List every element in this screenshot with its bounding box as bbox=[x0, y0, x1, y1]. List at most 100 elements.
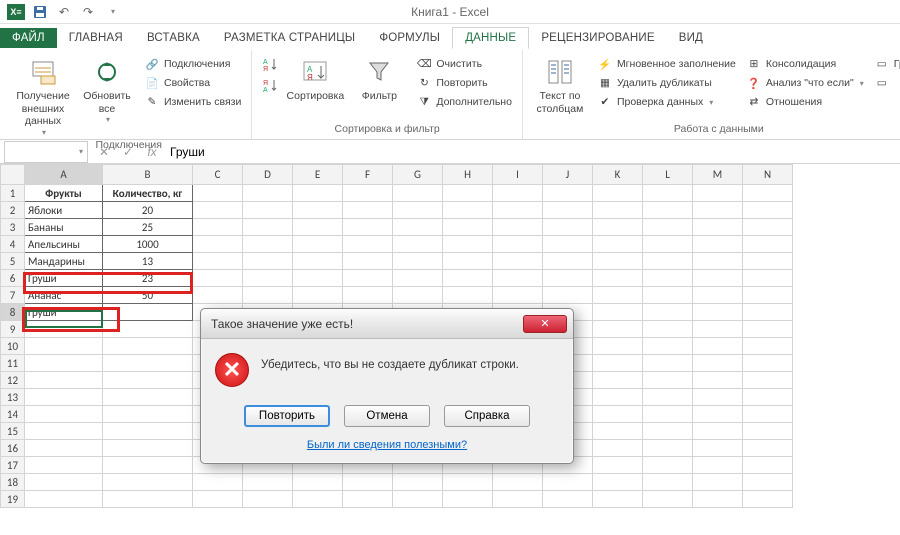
cell[interactable] bbox=[643, 389, 693, 406]
cell[interactable] bbox=[643, 185, 693, 202]
cell[interactable] bbox=[693, 355, 743, 372]
fx-icon[interactable]: fx bbox=[140, 145, 164, 159]
cell[interactable] bbox=[243, 185, 293, 202]
connections-button[interactable]: 🔗Подключения bbox=[142, 55, 243, 73]
cell[interactable] bbox=[643, 338, 693, 355]
cell[interactable] bbox=[693, 457, 743, 474]
cell[interactable] bbox=[343, 474, 393, 491]
cell[interactable] bbox=[443, 236, 493, 253]
cell[interactable] bbox=[103, 440, 193, 457]
cell[interactable] bbox=[293, 236, 343, 253]
row-header[interactable]: 7 bbox=[1, 287, 25, 304]
cell[interactable] bbox=[693, 304, 743, 321]
cell[interactable] bbox=[443, 491, 493, 508]
cell[interactable] bbox=[693, 219, 743, 236]
cell[interactable] bbox=[25, 372, 103, 389]
cell[interactable] bbox=[743, 321, 793, 338]
cell[interactable] bbox=[25, 474, 103, 491]
col-header[interactable]: C bbox=[193, 165, 243, 185]
data-validation-button[interactable]: ✔Проверка данных bbox=[595, 93, 738, 111]
cell[interactable] bbox=[593, 406, 643, 423]
cell[interactable] bbox=[693, 287, 743, 304]
cell[interactable] bbox=[443, 219, 493, 236]
tab-file[interactable]: ФАЙЛ bbox=[0, 28, 57, 48]
col-header[interactable]: N bbox=[743, 165, 793, 185]
row-header[interactable]: 12 bbox=[1, 372, 25, 389]
cell[interactable] bbox=[103, 304, 193, 321]
cell[interactable] bbox=[693, 440, 743, 457]
redo-icon[interactable]: ↷ bbox=[77, 1, 99, 23]
row-header[interactable]: 3 bbox=[1, 219, 25, 236]
cell[interactable]: Яблоки bbox=[25, 202, 103, 219]
cell[interactable] bbox=[343, 287, 393, 304]
cell[interactable] bbox=[393, 270, 443, 287]
cell[interactable] bbox=[493, 270, 543, 287]
cell[interactable] bbox=[593, 270, 643, 287]
cell[interactable] bbox=[393, 287, 443, 304]
row-header[interactable]: 10 bbox=[1, 338, 25, 355]
cell[interactable] bbox=[243, 236, 293, 253]
cell[interactable] bbox=[103, 355, 193, 372]
cell[interactable] bbox=[193, 253, 243, 270]
cell[interactable] bbox=[343, 185, 393, 202]
col-header[interactable]: B bbox=[103, 165, 193, 185]
cell[interactable] bbox=[693, 389, 743, 406]
cell[interactable] bbox=[693, 338, 743, 355]
cell[interactable] bbox=[193, 236, 243, 253]
cell[interactable] bbox=[743, 338, 793, 355]
cell[interactable] bbox=[543, 287, 593, 304]
cell[interactable] bbox=[25, 338, 103, 355]
cell[interactable] bbox=[643, 355, 693, 372]
get-external-data-button[interactable]: Получение внешних данных bbox=[14, 52, 72, 137]
cell[interactable] bbox=[243, 219, 293, 236]
cell[interactable] bbox=[543, 185, 593, 202]
cell[interactable] bbox=[743, 406, 793, 423]
row-header[interactable]: 6 bbox=[1, 270, 25, 287]
cell[interactable] bbox=[103, 457, 193, 474]
cell[interactable]: Апельсины bbox=[25, 236, 103, 253]
cell[interactable] bbox=[393, 219, 443, 236]
row-header[interactable]: 1 bbox=[1, 185, 25, 202]
cell[interactable] bbox=[293, 219, 343, 236]
cell[interactable] bbox=[25, 457, 103, 474]
cell[interactable]: 25 bbox=[103, 219, 193, 236]
cell[interactable] bbox=[393, 236, 443, 253]
cell[interactable] bbox=[593, 338, 643, 355]
col-header[interactable]: M bbox=[693, 165, 743, 185]
cell[interactable] bbox=[193, 219, 243, 236]
cell[interactable] bbox=[25, 440, 103, 457]
cell[interactable] bbox=[743, 440, 793, 457]
row-header[interactable]: 17 bbox=[1, 457, 25, 474]
tab-insert[interactable]: ВСТАВКА bbox=[135, 28, 212, 48]
advanced-filter-button[interactable]: ⧩Дополнительно bbox=[414, 93, 514, 111]
cell[interactable] bbox=[443, 270, 493, 287]
relationships-button[interactable]: ⇄Отношения bbox=[744, 93, 866, 111]
cell[interactable] bbox=[103, 389, 193, 406]
cell[interactable] bbox=[393, 474, 443, 491]
cell[interactable] bbox=[643, 457, 693, 474]
cell[interactable] bbox=[243, 202, 293, 219]
cell[interactable] bbox=[543, 253, 593, 270]
cell[interactable] bbox=[643, 474, 693, 491]
cell[interactable] bbox=[393, 253, 443, 270]
cell[interactable] bbox=[693, 474, 743, 491]
row-header[interactable]: 8 bbox=[1, 304, 25, 321]
cell[interactable] bbox=[493, 474, 543, 491]
cell[interactable] bbox=[443, 202, 493, 219]
cell[interactable] bbox=[643, 406, 693, 423]
flash-fill-button[interactable]: ⚡Мгновенное заполнение bbox=[595, 55, 738, 73]
cell[interactable] bbox=[493, 236, 543, 253]
cell[interactable] bbox=[693, 236, 743, 253]
cell[interactable] bbox=[593, 491, 643, 508]
cell[interactable] bbox=[443, 474, 493, 491]
cell[interactable] bbox=[393, 202, 443, 219]
cell[interactable]: 13 bbox=[103, 253, 193, 270]
cell[interactable] bbox=[743, 389, 793, 406]
cell[interactable] bbox=[743, 287, 793, 304]
cell[interactable] bbox=[643, 372, 693, 389]
col-header[interactable]: D bbox=[243, 165, 293, 185]
retry-button[interactable]: Повторить bbox=[244, 405, 330, 427]
row-header[interactable]: 9 bbox=[1, 321, 25, 338]
row-header[interactable]: 13 bbox=[1, 389, 25, 406]
help-button[interactable]: Справка bbox=[444, 405, 530, 427]
